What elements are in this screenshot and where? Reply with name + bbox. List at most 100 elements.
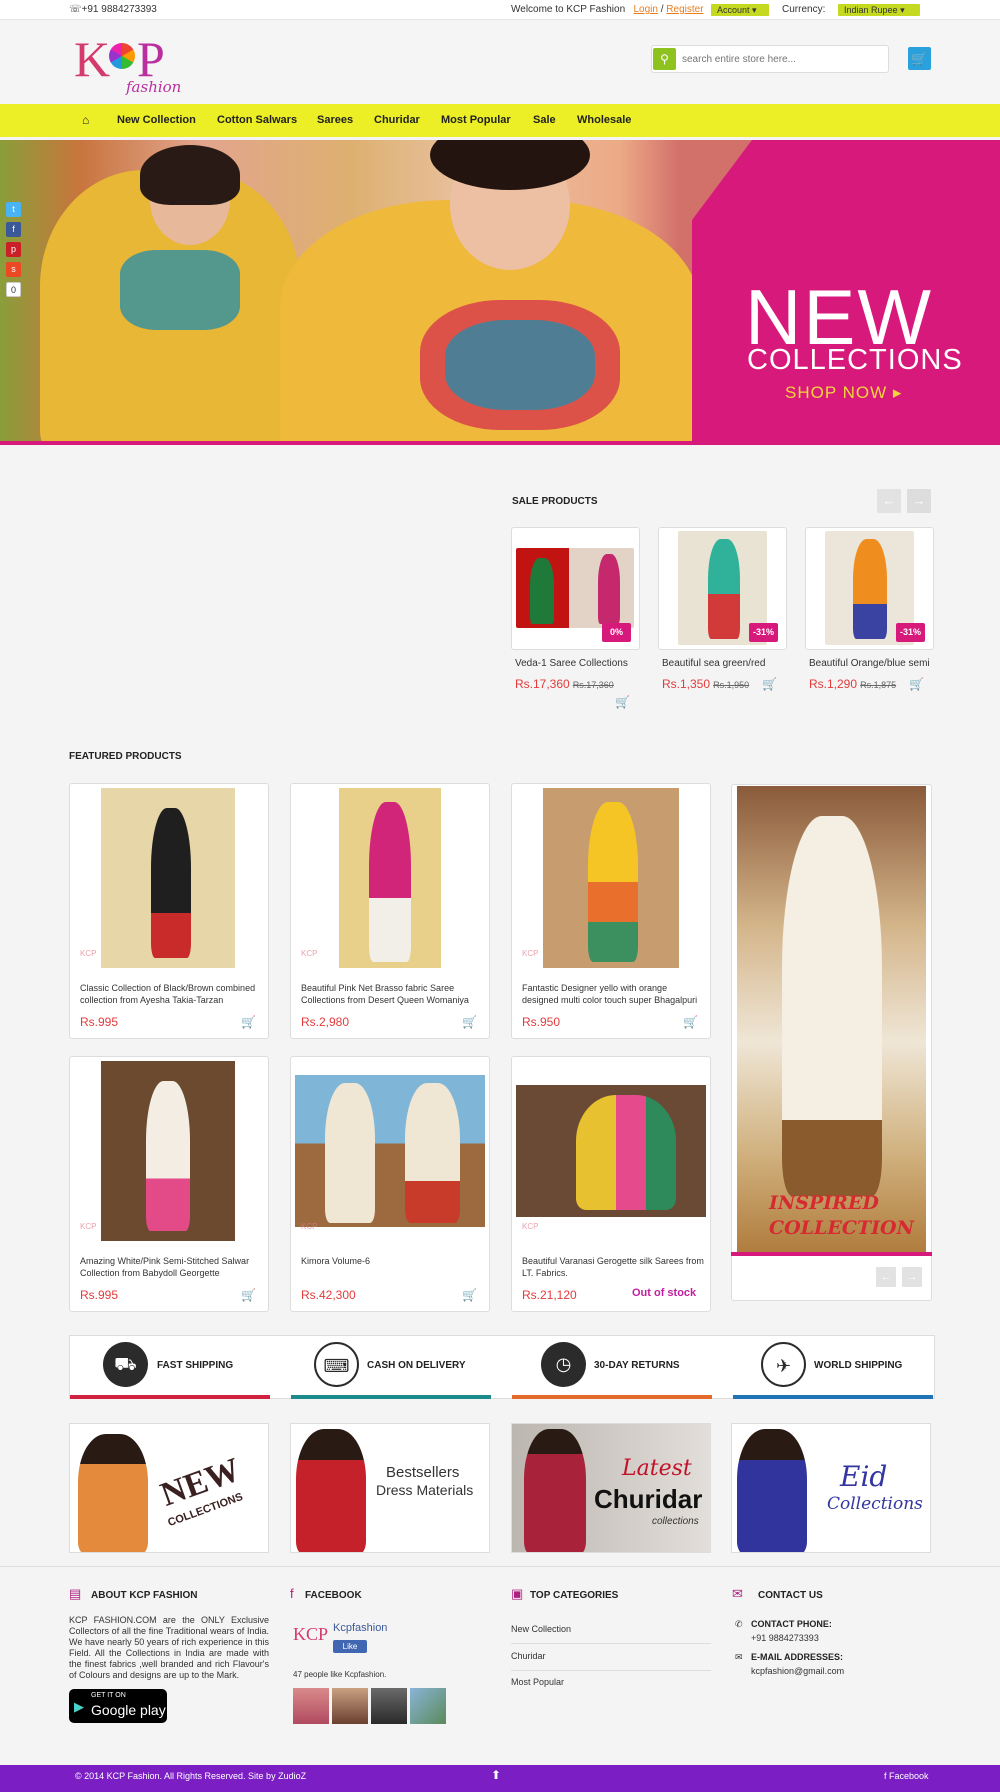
footer-facebook-link[interactable]: f Facebook — [884, 1771, 929, 1781]
login-link[interactable]: Login — [633, 4, 657, 15]
add-to-cart-icon[interactable]: 🛒 — [462, 1015, 477, 1029]
featured-product-card[interactable]: KCP Amazing White/Pink Semi-Stitched Sal… — [69, 1056, 269, 1312]
nav-cotton-salwars[interactable]: Cotton Salwars — [217, 114, 297, 126]
search-icon[interactable]: ⚲ — [653, 48, 676, 70]
featured-product-card[interactable]: KCP Beautiful Pink Net Brasso fabric Sar… — [290, 783, 490, 1039]
inspired-strip — [731, 1252, 932, 1256]
sale-product-card[interactable]: -31% — [658, 527, 787, 650]
add-to-cart-icon[interactable]: 🛒 — [909, 677, 924, 691]
add-to-cart-icon[interactable]: 🛒 — [462, 1288, 477, 1302]
model-figure — [782, 816, 882, 1196]
featured-product-card[interactable]: KCP Classic Collection of Black/Brown co… — [69, 783, 269, 1039]
account-label: Account — [717, 5, 750, 15]
feature-accent-bar — [512, 1395, 712, 1399]
promo-banner-bestsellers[interactable]: Bestsellers Dress Materials — [290, 1423, 490, 1553]
info-icon: ▤ — [69, 1586, 82, 1601]
discount-badge: -31% — [896, 623, 925, 642]
caret-down-icon: ▾ — [900, 5, 905, 15]
facebook-icon[interactable]: f — [6, 222, 21, 237]
promo-banner-new-collections[interactable]: NEW COLLECTIONS — [69, 1423, 269, 1553]
add-to-cart-icon[interactable]: 🛒 — [615, 695, 630, 709]
product-name[interactable]: Kimora Volume-6 — [301, 1255, 483, 1267]
contact-email[interactable]: kcpfashion@gmail.com — [751, 1666, 844, 1676]
fb-follower-avatar[interactable] — [332, 1688, 368, 1724]
nav-wholesale[interactable]: Wholesale — [577, 114, 631, 126]
product-name[interactable]: Classic Collection of Black/Brown combin… — [80, 982, 262, 1006]
sale-product-card[interactable]: -31% — [805, 527, 934, 650]
phone-icon: ✆ — [735, 1619, 743, 1629]
fb-page-logo[interactable]: KCP — [293, 1624, 329, 1650]
category-link[interactable]: Most Popular — [511, 1677, 564, 1687]
featured-product-card[interactable]: KCP Beautiful Varanasi Gerogette silk Sa… — [511, 1056, 711, 1312]
featured-product-card[interactable]: KCP Kimora Volume-6 Rs.42,300 🛒 — [290, 1056, 490, 1312]
fb-page-name[interactable]: Kcpfashion — [333, 1622, 387, 1634]
fb-follower-avatar[interactable] — [293, 1688, 329, 1724]
caret-down-icon: ▾ — [752, 5, 757, 15]
footer-facebook-label: Facebook — [889, 1771, 929, 1781]
nav-most-popular[interactable]: Most Popular — [441, 114, 511, 126]
kcp-watermark: KCP — [522, 1222, 539, 1231]
next-arrow-icon[interactable]: → — [907, 489, 931, 513]
account-dropdown[interactable]: Account ▾ — [711, 4, 769, 16]
twitter-icon[interactable]: t — [6, 202, 21, 217]
banner-subtitle: Collections — [827, 1494, 923, 1514]
banner-title: Churidar — [594, 1484, 703, 1514]
category-divider — [511, 1670, 711, 1671]
next-arrow-icon[interactable]: → — [902, 1267, 922, 1287]
product-image — [295, 1075, 485, 1227]
back-to-top-icon[interactable]: ⬆ — [491, 1768, 501, 1782]
nav-sale[interactable]: Sale — [533, 114, 556, 126]
add-to-cart-icon[interactable]: 🛒 — [241, 1288, 256, 1302]
search-input[interactable] — [682, 49, 882, 69]
pinterest-icon[interactable]: p — [6, 242, 21, 257]
product-name[interactable]: Beautiful Pink Net Brasso fabric Saree C… — [301, 982, 483, 1006]
sale-product-name[interactable]: Beautiful Orange/blue semi — [809, 658, 930, 669]
sale-product-card[interactable]: 0% — [511, 527, 640, 650]
feature-label: WORLD SHIPPING — [814, 1360, 903, 1371]
promo-banner-eid[interactable]: Eid Collections — [731, 1423, 931, 1553]
cart-icon[interactable]: 🛒 — [908, 47, 931, 70]
prev-arrow-icon[interactable]: ← — [877, 489, 901, 513]
sale-product-name[interactable]: Veda-1 Saree Collections — [515, 658, 628, 669]
home-icon[interactable]: ⌂ — [82, 113, 89, 127]
fb-like-button[interactable]: Like — [333, 1640, 367, 1653]
stumbleupon-icon[interactable]: s — [6, 262, 21, 277]
register-link[interactable]: Register — [666, 4, 703, 15]
model-figure — [737, 1429, 807, 1552]
promo-banner-churidar[interactable]: Latest Churidar collections — [511, 1423, 711, 1553]
shop-now-link[interactable]: SHOP NOW ▸ — [785, 383, 902, 403]
product-name[interactable]: Fantastic Designer yello with orange des… — [522, 982, 704, 1006]
sale-product-price-row: Rs.17,360 Rs.17,360 — [515, 677, 614, 691]
category-link[interactable]: New Collection — [511, 1624, 571, 1634]
model-figure — [405, 1083, 460, 1223]
nav-churidar[interactable]: Churidar — [374, 114, 420, 126]
share-count: 0 — [6, 282, 21, 297]
banner-subtitle: Dress Materials — [376, 1482, 474, 1498]
product-name[interactable]: Amazing White/Pink Semi-Stitched Salwar … — [80, 1255, 262, 1279]
clock-icon: ◷ — [541, 1342, 586, 1387]
sale-product-price-row: Rs.1,290 Rs.1,875 — [809, 677, 896, 691]
kcp-watermark: KCP — [80, 1222, 97, 1231]
add-to-cart-icon[interactable]: 🛒 — [241, 1015, 256, 1029]
google-play-badge[interactable]: GET IT ON ▶ Google play — [69, 1689, 167, 1723]
site-logo[interactable]: K P fashion — [74, 30, 188, 100]
fb-follower-avatar[interactable] — [371, 1688, 407, 1724]
featured-product-card[interactable]: KCP Fantastic Designer yello with orange… — [511, 783, 711, 1039]
product-name[interactable]: Beautiful Varanasi Gerogette silk Sarees… — [522, 1255, 704, 1279]
add-to-cart-icon[interactable]: 🛒 — [683, 1015, 698, 1029]
shopping-bag-icon: ▣ — [511, 1586, 524, 1601]
prev-arrow-icon[interactable]: ← — [876, 1267, 896, 1287]
fb-like-count: 47 people like Kcpfashion. — [293, 1670, 387, 1679]
product-image — [339, 788, 441, 968]
featured-section-title: FEATURED PRODUCTS — [69, 751, 182, 762]
category-link[interactable]: Churidar — [511, 1651, 546, 1661]
contact-title: CONTACT US — [758, 1590, 823, 1601]
sale-product-name[interactable]: Beautiful sea green/red — [662, 658, 765, 669]
currency-dropdown[interactable]: Indian Rupee ▾ — [838, 4, 920, 16]
kcp-watermark: KCP — [80, 949, 97, 958]
category-divider — [511, 1643, 711, 1644]
nav-sarees[interactable]: Sarees — [317, 114, 353, 126]
add-to-cart-icon[interactable]: 🛒 — [762, 677, 777, 691]
fb-follower-avatar[interactable] — [410, 1688, 446, 1724]
nav-new-collection[interactable]: New Collection — [117, 114, 196, 126]
